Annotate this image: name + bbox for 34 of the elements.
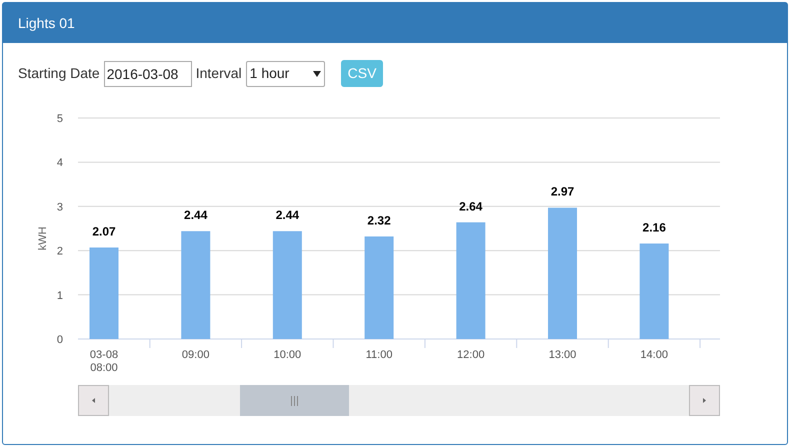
y-tick-label: 3 (56, 201, 63, 214)
grip-icon (291, 396, 298, 406)
y-axis-title: kWH (37, 226, 49, 250)
panel-title: Lights 01 (18, 14, 75, 33)
scroll-right-button[interactable] (689, 385, 720, 416)
data-label: 2.44 (184, 208, 208, 222)
data-label: 2.32 (367, 213, 391, 228)
date-field[interactable]: 2016-03-08 (104, 60, 192, 86)
scrollbar[interactable] (78, 385, 720, 416)
data-label: 2.97 (550, 184, 574, 199)
left-arrow-icon (92, 398, 95, 403)
right-arrow-icon (703, 398, 706, 403)
y-tick-label: 1 (56, 290, 63, 302)
x-tick-label: 12:00 (457, 349, 485, 361)
scroll-left-button[interactable] (78, 385, 109, 416)
dropdown-caret-icon (312, 70, 321, 76)
x-tick-label: 11:00 (366, 349, 392, 361)
x-tick-label: 13:00 (548, 349, 576, 361)
y-tick-label: 4 (56, 157, 63, 170)
data-label: 2.44 (276, 208, 300, 222)
interval-select[interactable]: 1 hour (246, 60, 325, 86)
date-label: Starting Date (18, 64, 100, 83)
data-label: 2.64 (459, 199, 482, 214)
data-label: 2.16 (642, 220, 666, 235)
y-tick-label: 0 (56, 334, 63, 346)
data-label: 2.07 (92, 224, 116, 238)
y-tick-label: 2 (56, 246, 63, 258)
x-tick-label: 03-08 08:00 (90, 349, 118, 374)
x-tick-label: 14:00 (640, 349, 668, 361)
scroll-thumb[interactable] (240, 385, 349, 416)
interval-label: Interval (196, 64, 242, 83)
x-tick-label: 10:00 (274, 349, 302, 361)
y-tick-label: 5 (56, 113, 63, 125)
x-tick-label: 09:00 (182, 349, 210, 361)
